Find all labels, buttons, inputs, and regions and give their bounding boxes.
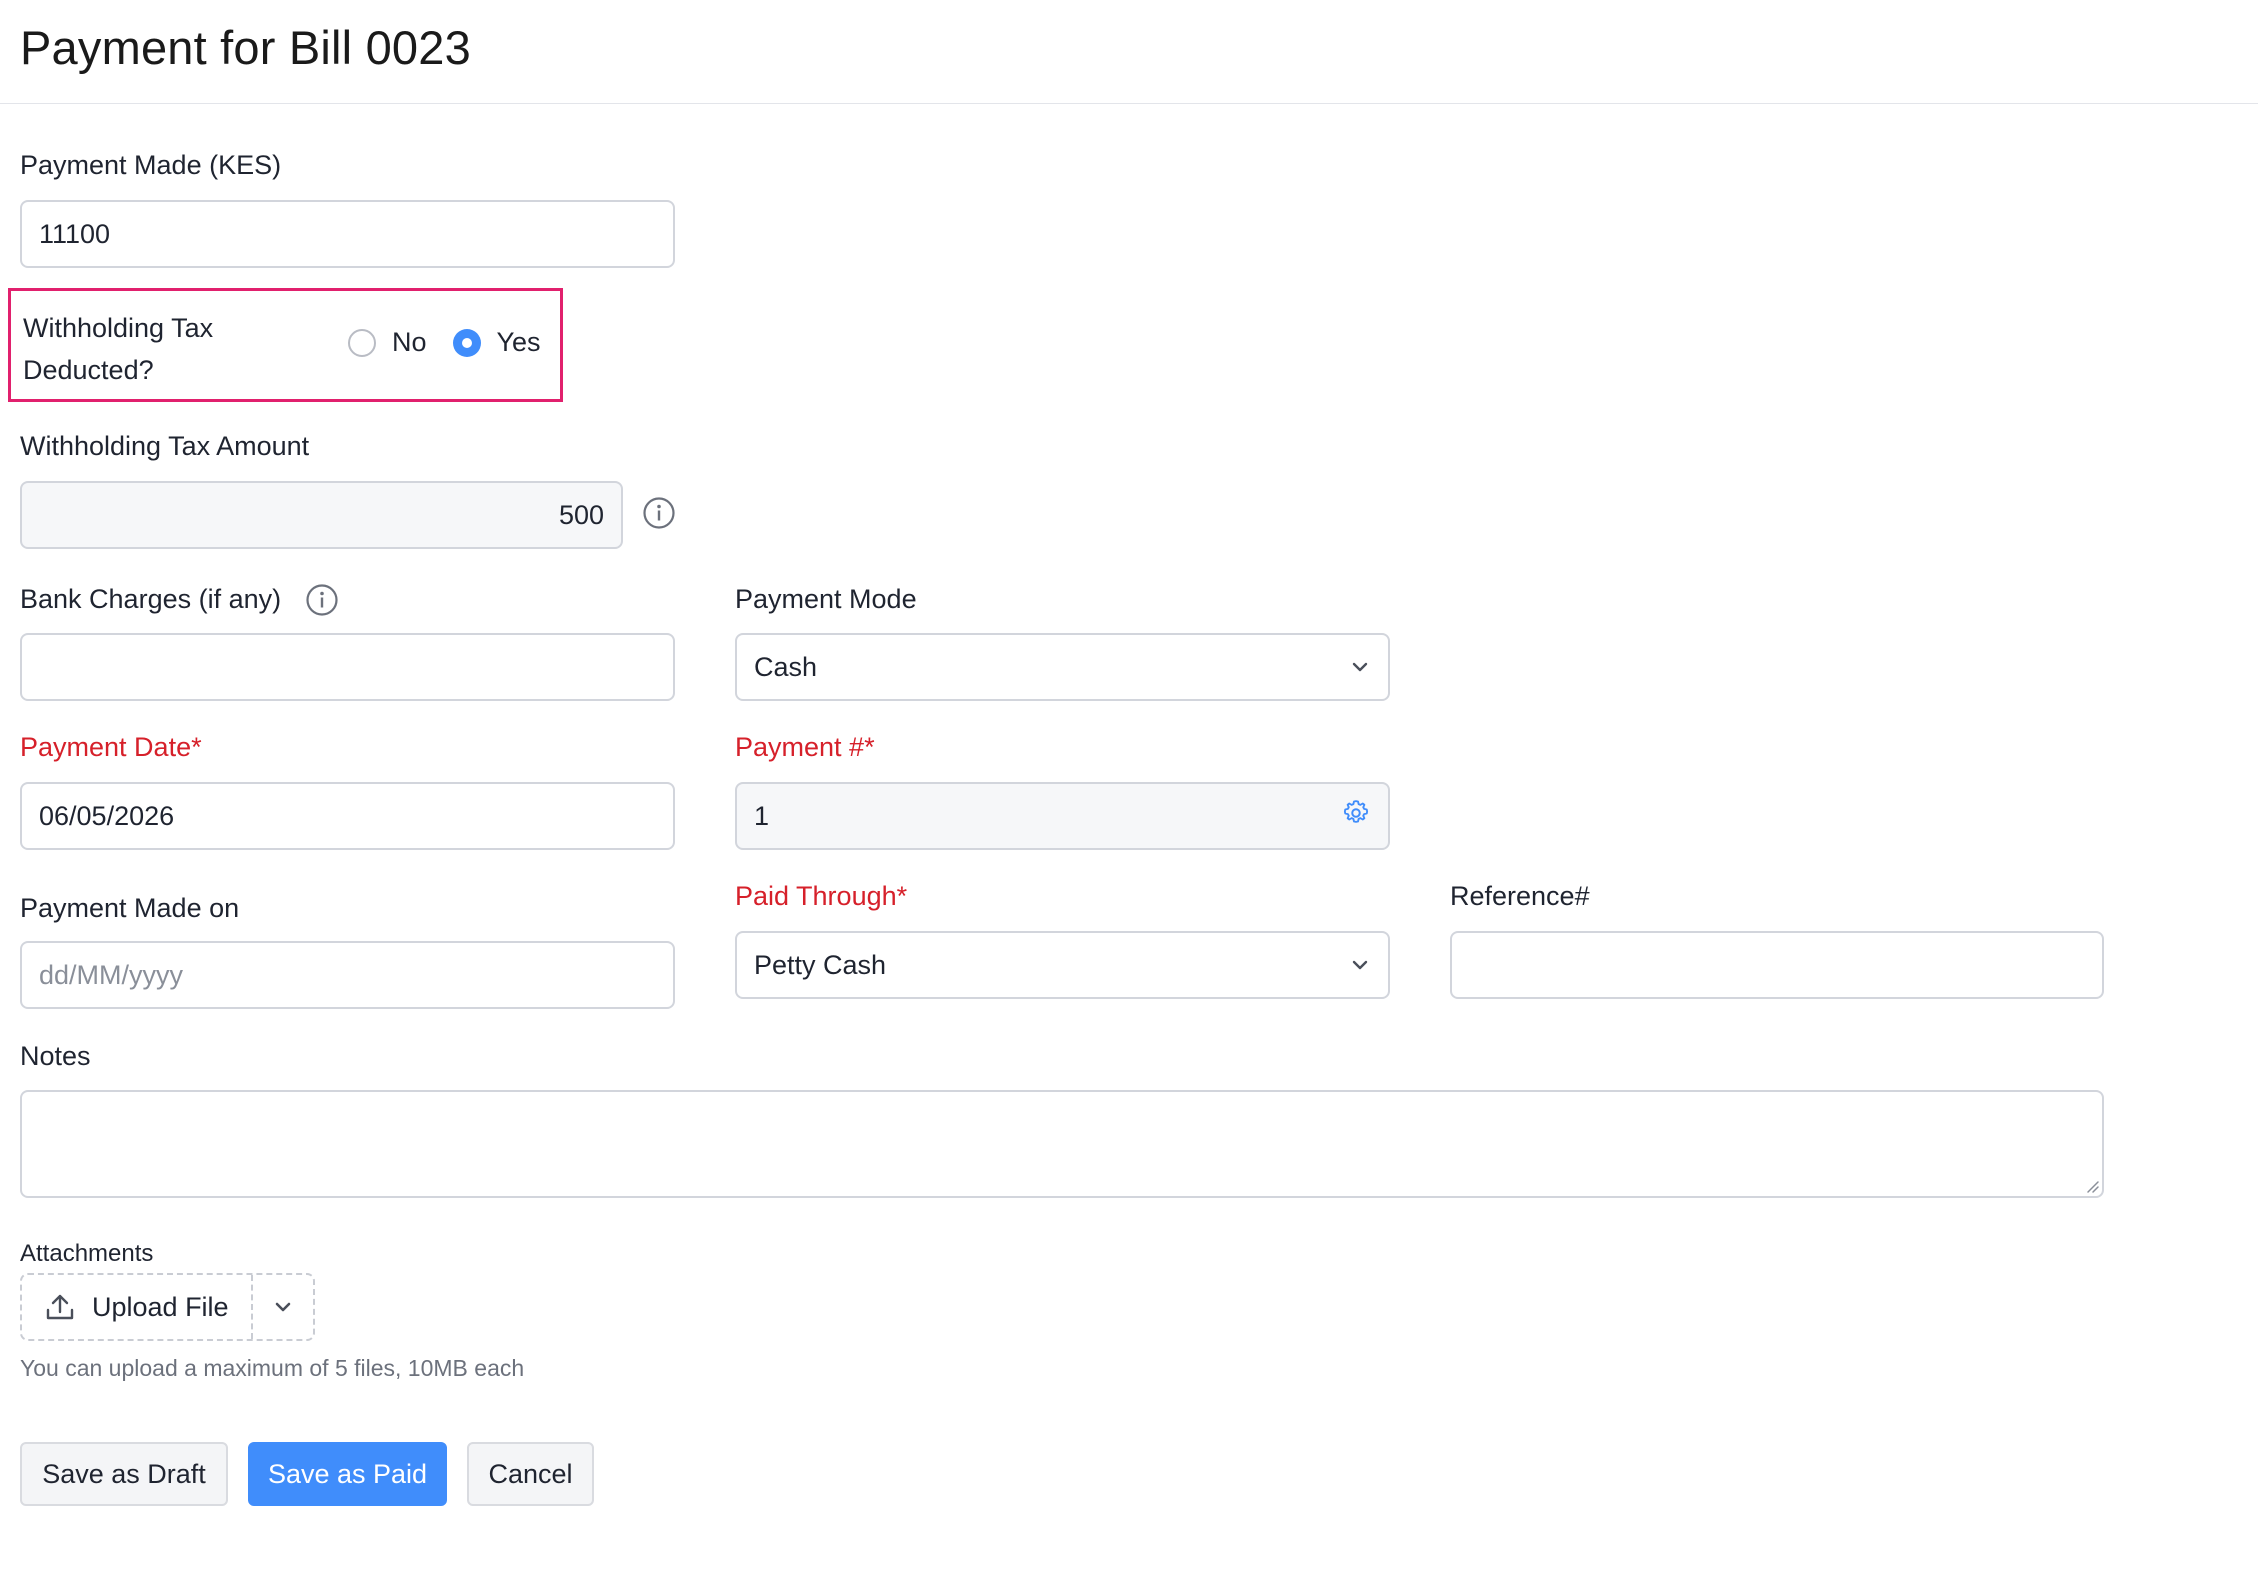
- save-as-paid-button[interactable]: Save as Paid: [248, 1442, 447, 1506]
- radio-no-label[interactable]: No: [392, 327, 427, 358]
- payment-date-value: 06/05/2026: [39, 800, 175, 831]
- wht-amount-label: Withholding Tax Amount: [20, 431, 310, 461]
- save-as-draft-button[interactable]: Save as Draft: [20, 1442, 228, 1506]
- notes-textarea[interactable]: [20, 1090, 2104, 1198]
- info-icon[interactable]: [642, 496, 676, 530]
- resize-grip-icon[interactable]: [2084, 1178, 2100, 1194]
- payment-mode-select[interactable]: Cash: [735, 633, 1390, 701]
- payment-number-value: 1: [754, 800, 770, 831]
- paid-through-value: Petty Cash: [754, 949, 887, 980]
- upload-file-label: Upload File: [92, 1291, 229, 1322]
- payment-made-on-input[interactable]: dd/MM/yyyy: [20, 941, 675, 1009]
- payment-number-label: Payment #*: [735, 732, 875, 762]
- payment-number-input[interactable]: 1: [735, 782, 1390, 850]
- chevron-down-icon: [275, 1302, 291, 1312]
- info-icon[interactable]: [305, 583, 339, 617]
- upload-options-dropdown[interactable]: [253, 1275, 313, 1339]
- payment-made-value: 11100: [39, 218, 111, 249]
- radio-yes-label[interactable]: Yes: [497, 327, 541, 358]
- reference-label: Reference#: [1450, 881, 1590, 911]
- attachments-label: Attachments: [20, 1240, 154, 1267]
- payment-made-label: Payment Made (KES): [20, 150, 282, 180]
- radio-yes[interactable]: [452, 328, 481, 357]
- bank-charges-label: Bank Charges (if any): [20, 584, 282, 614]
- upload-hint: You can upload a maximum of 5 files, 10M…: [20, 1355, 525, 1381]
- payment-made-on-label: Payment Made on: [20, 893, 240, 923]
- payment-date-label: Payment Date*: [20, 732, 202, 762]
- wht-amount-input[interactable]: 500: [20, 481, 623, 549]
- withholding-radio-group: No Yes: [348, 327, 567, 358]
- page-title: Payment for Bill 0023: [20, 21, 471, 74]
- payment-date-input[interactable]: 06/05/2026: [20, 782, 675, 850]
- page-header: Payment for Bill 0023: [0, 0, 2258, 104]
- withholding-tax-group: Withholding Tax Deducted? No Yes: [8, 288, 563, 402]
- payment-made-on-placeholder: dd/MM/yyyy: [39, 959, 184, 990]
- upload-file-button[interactable]: Upload File: [22, 1275, 253, 1339]
- radio-no[interactable]: [348, 328, 376, 357]
- withholding-tax-question-text: Withholding Tax Deducted?: [23, 313, 214, 385]
- bank-charges-input[interactable]: [20, 633, 675, 701]
- reference-input[interactable]: [1450, 931, 2104, 999]
- paid-through-select[interactable]: Petty Cash: [735, 931, 1390, 999]
- gear-icon[interactable]: [1341, 798, 1371, 828]
- wht-amount-value: 500: [558, 499, 604, 530]
- chevron-down-icon: [1352, 662, 1368, 672]
- payment-mode-value: Cash: [754, 651, 818, 682]
- paid-through-label: Paid Through*: [735, 881, 908, 911]
- payment-made-input[interactable]: 11100: [20, 200, 675, 268]
- cancel-button[interactable]: Cancel: [467, 1442, 594, 1506]
- withholding-tax-question: Withholding Tax Deducted?: [23, 307, 253, 391]
- notes-label: Notes: [20, 1041, 91, 1071]
- upload-icon: [46, 1294, 74, 1320]
- chevron-down-icon: [1352, 960, 1368, 970]
- payment-mode-label: Payment Mode: [735, 584, 917, 614]
- upload-file-control: Upload File: [20, 1273, 315, 1341]
